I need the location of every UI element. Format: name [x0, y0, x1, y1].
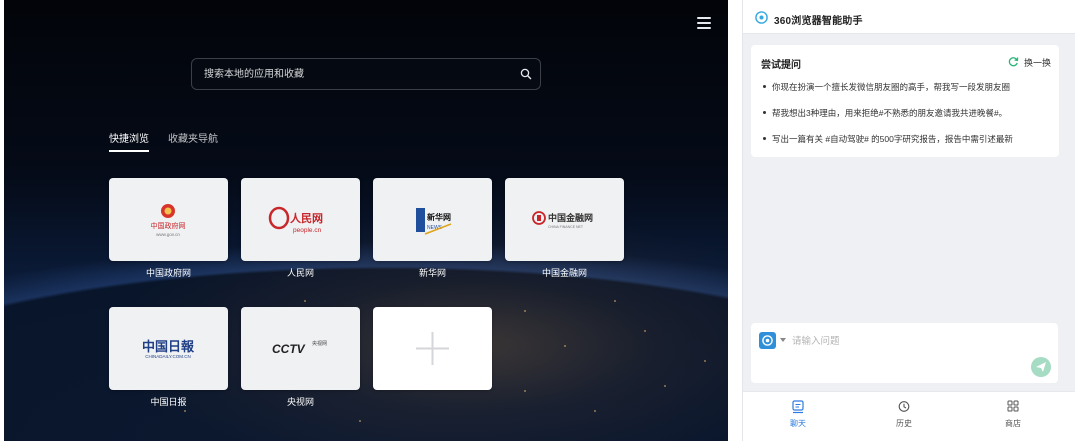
tile-china-finance[interactable]: 中国金融网 CHINA FINANCE NET [505, 178, 624, 261]
suggestion-card: 尝试提问 换一换 你现在扮演一个擅长发微信朋友圈的高手，帮我写一段发朋友圈 帮我… [751, 45, 1059, 157]
assistant-title: 360浏览器智能助手 [774, 16, 863, 27]
bullet [763, 111, 766, 114]
menu-button[interactable] [696, 14, 712, 30]
nav-chat[interactable]: 聊天 [768, 398, 828, 434]
assistant-panel: 360浏览器智能助手 尝试提问 换一换 你现在扮演一个擅长发微信朋友圈的高手，帮… [742, 0, 1075, 441]
nav-chat-label: 聊天 [790, 419, 806, 428]
suggestion-item[interactable]: 你现在扮演一个擅长发微信朋友圈的高手，帮我写一段发朋友圈 [761, 79, 1059, 95]
plus-icon [416, 332, 449, 365]
tile-label-china-daily: 中国日报 [150, 397, 187, 407]
nav-store-label: 商店 [1005, 419, 1021, 428]
people-logo-sub: people.cn [293, 227, 322, 234]
suggestion-text: 帮我想出3种理由，用来拒绝#不熟悉的朋友邀请我共进晚餐#。 [772, 108, 1008, 118]
gov-emblem-icon: 中国政府网 www.gov.cn [151, 204, 186, 237]
tile-people-cn[interactable]: 人民网 people.cn [241, 178, 360, 261]
bullet [763, 137, 766, 140]
bullet [763, 85, 766, 88]
send-button[interactable] [1031, 357, 1051, 377]
search-box[interactable] [191, 58, 541, 90]
china-daily-logo-icon: 中国日報 CHINADAILY.COM.CN [142, 339, 195, 359]
add-tile-button[interactable] [373, 307, 492, 390]
tile-china-daily[interactable]: 中国日報 CHINADAILY.COM.CN [109, 307, 228, 390]
assistant-logo-icon [755, 11, 768, 24]
nav-history[interactable]: 历史 [874, 398, 934, 434]
new-tab-page: 快捷浏览 收藏夹导航 中国政府网 www.gov.cn 中国政府网 人民网 pe… [4, 0, 728, 441]
tile-label-china-finance: 中国金融网 [541, 268, 587, 278]
tile-label-people-cn: 人民网 [286, 268, 314, 278]
chevron-down-icon[interactable] [780, 338, 786, 342]
chat-input-box [751, 323, 1058, 383]
bottom-nav: 聊天 历史 商店 [743, 391, 1075, 441]
finance-logo-sub: CHINA FINANCE NET [548, 225, 584, 229]
tab-quick-browse[interactable]: 快捷浏览 [109, 130, 149, 152]
search-input[interactable] [204, 65, 504, 83]
people-logo-icon: 人民网 people.cn [268, 206, 323, 234]
search-icon[interactable] [520, 68, 532, 80]
suggestion-item[interactable]: 帮我想出3种理由，用来拒绝#不熟悉的朋友邀请我共进晚餐#。 [761, 105, 1059, 121]
cctv-logo-icon: CCTV 央视网 [272, 340, 327, 356]
tile-gov-cn[interactable]: 中国政府网 www.gov.cn [109, 178, 228, 261]
nav-store[interactable]: 商店 [983, 398, 1043, 434]
chat-input[interactable] [792, 333, 1012, 349]
suggestion-text: 写出一篇有关 #自动驾驶# 的500字研究报告，报告中需引述最新 [772, 134, 1013, 144]
model-selector-icon[interactable] [759, 332, 776, 349]
tile-label-xinhua: 新华网 [418, 268, 446, 278]
finance-logo-text: 中国金融网 [548, 212, 593, 223]
suggestion-text: 你现在扮演一个擅长发微信朋友圈的高手，帮我写一段发朋友圈 [772, 82, 1011, 92]
history-icon [898, 401, 910, 412]
xinhua-logo-text: 新华网 [427, 212, 451, 222]
tile-label-gov-cn: 中国政府网 [145, 268, 191, 278]
tile-label-cctv: 央视网 [286, 397, 314, 407]
tile-xinhua[interactable]: 新华网 NEWS [373, 178, 492, 261]
refresh-label: 换一换 [1024, 58, 1052, 68]
chat-icon [792, 400, 804, 414]
finance-logo-icon: 中国金融网 CHINA FINANCE NET [532, 211, 593, 229]
suggestion-title: 尝试提问 [761, 60, 801, 71]
tile-cctv[interactable]: CCTV 央视网 [241, 307, 360, 390]
send-icon [1036, 362, 1046, 372]
store-icon [1007, 400, 1019, 412]
china-daily-logo-text: 中国日報 [142, 339, 195, 354]
cctv-logo-sub: 央视网 [312, 340, 327, 347]
assistant-header: 360浏览器智能助手 [743, 0, 1075, 34]
cctv-logo-text: CCTV [272, 342, 306, 356]
refresh-icon [1008, 57, 1019, 67]
china-daily-logo-sub: CHINADAILY.COM.CN [145, 354, 191, 359]
gov-logo-sub: www.gov.cn [156, 232, 180, 237]
tab-favorites-nav[interactable]: 收藏夹导航 [168, 130, 218, 145]
suggestion-item[interactable]: 写出一篇有关 #自动驾驶# 的500字研究报告，报告中需引述最新 [761, 131, 1059, 147]
nav-history-label: 历史 [896, 419, 912, 428]
xinhua-logo-icon: 新华网 NEWS [416, 208, 452, 235]
gov-logo-text: 中国政府网 [151, 221, 186, 230]
people-logo-text: 人民网 [290, 211, 323, 225]
